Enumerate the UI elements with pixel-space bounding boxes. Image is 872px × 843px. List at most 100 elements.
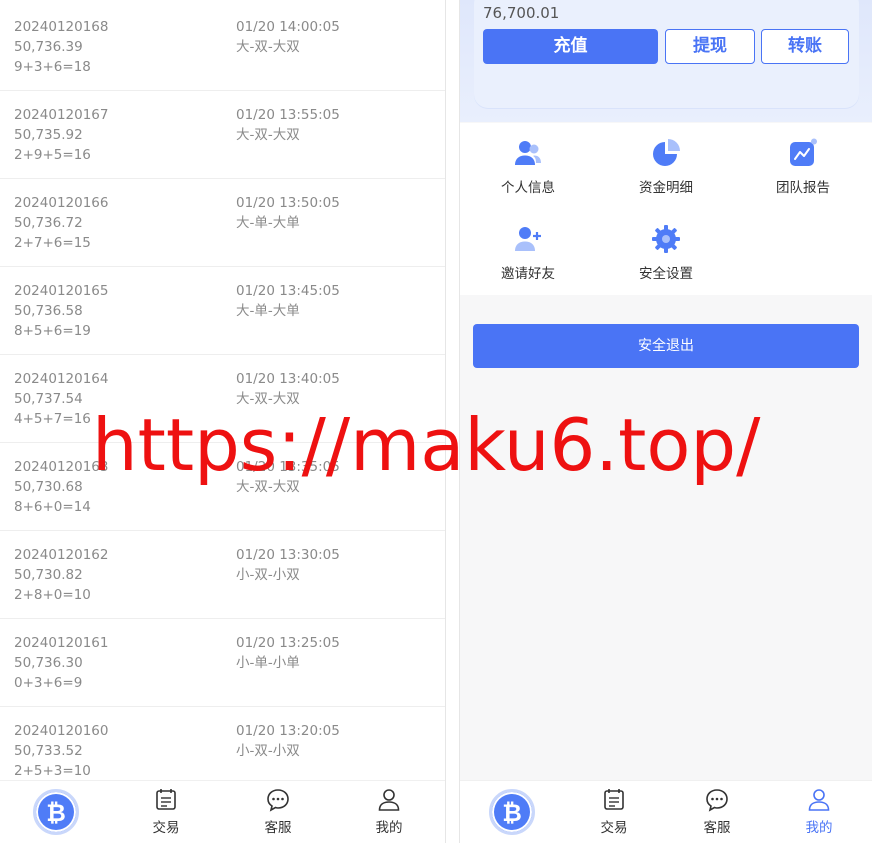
record-price: 50,730.82 bbox=[14, 567, 83, 583]
balance-card: 76,700.01 充值 提现 转账 bbox=[460, 0, 872, 122]
tab-service-label: 客服 bbox=[264, 820, 292, 836]
account-menu-grid: 个人信息 资金明细 团队报告 邀请好友 安全设置 bbox=[460, 123, 872, 295]
record-result: 大-双-大双 bbox=[236, 391, 300, 407]
record-price: 50,735.92 bbox=[14, 127, 83, 143]
menu-invite-friends[interactable]: 邀请好友 bbox=[468, 209, 588, 282]
tab-trade[interactable]: 交易 bbox=[130, 781, 202, 843]
record-digit-sum: 2+9+5=16 bbox=[14, 147, 91, 163]
record-row: 20240120161 50,736.30 0+3+6=9 01/20 13:25:0… bbox=[0, 619, 445, 707]
tab-service[interactable]: 客服 bbox=[242, 781, 314, 843]
record-result: 大-双-大双 bbox=[236, 39, 300, 55]
record-time: 01/20 13:50:05 bbox=[236, 195, 340, 211]
record-result: 大-单-大单 bbox=[236, 215, 300, 231]
tab-service-label: 客服 bbox=[703, 820, 731, 836]
record-digit-sum: 9+3+6=18 bbox=[14, 59, 91, 75]
user-plus-icon bbox=[515, 227, 541, 251]
record-time: 01/20 13:25:05 bbox=[236, 635, 340, 651]
record-row: 20240120167 50,735.92 2+9+5=16 01/20 13:55:… bbox=[0, 91, 445, 179]
bottom-tabbar-right: ₿ 交易 客服 我的 bbox=[460, 780, 872, 843]
menu-team-report[interactable]: 团队报告 bbox=[743, 123, 863, 196]
record-row: 20240120160 50,733.52 2+5+3=10 01/20 13:20:… bbox=[0, 707, 445, 780]
trend-chart-icon bbox=[790, 138, 817, 166]
record-row: 20240120165 50,736.58 8+5+6=19 01/20 13:45:… bbox=[0, 267, 445, 355]
menu-team-report-label: 团队报告 bbox=[776, 180, 830, 196]
record-price: 50,736.58 bbox=[14, 303, 83, 319]
record-issue-number: 20240120161 bbox=[14, 635, 109, 651]
user-icon bbox=[378, 789, 400, 811]
record-result: 大-双-大双 bbox=[236, 127, 300, 143]
record-price: 50,736.72 bbox=[14, 215, 83, 231]
pie-chart-icon bbox=[653, 139, 680, 166]
tab-trade-label: 交易 bbox=[600, 820, 628, 836]
record-time: 01/20 13:20:05 bbox=[236, 723, 340, 739]
record-time: 01/20 13:30:05 bbox=[236, 547, 340, 563]
tab-trade-label: 交易 bbox=[152, 820, 180, 836]
record-time: 01/20 13:40:05 bbox=[236, 371, 340, 387]
record-issue-number: 20240120160 bbox=[14, 723, 109, 739]
record-row: 20240120162 50,730.82 2+8+0=10 01/20 13:30:… bbox=[0, 531, 445, 619]
users-icon bbox=[515, 141, 541, 165]
record-issue-number: 20240120165 bbox=[14, 283, 109, 299]
calendar-list-icon bbox=[604, 789, 624, 810]
chat-bubble-icon bbox=[267, 789, 289, 812]
tab-mine[interactable]: 我的 bbox=[783, 781, 855, 843]
account-panel: 76,700.01 充值 提现 转账 个人信息 资金明细 团队报告 邀请好友 安… bbox=[459, 0, 872, 843]
record-price: 50,736.30 bbox=[14, 655, 83, 671]
record-row: 20240120163 50,730.68 8+6+0=14 01/20 13:35:… bbox=[0, 443, 445, 531]
balance-amount: 76,700.01 bbox=[483, 4, 560, 22]
record-digit-sum: 2+8+0=10 bbox=[14, 587, 91, 603]
tab-mine[interactable]: 我的 bbox=[353, 781, 425, 843]
record-time: 01/20 13:45:05 bbox=[236, 283, 340, 299]
history-panel: 20240120168 50,736.39 9+3+6=18 01/20 14:00:… bbox=[0, 0, 446, 843]
record-price: 50,733.52 bbox=[14, 743, 83, 759]
tab-service[interactable]: 客服 bbox=[681, 781, 753, 843]
record-issue-number: 20240120164 bbox=[14, 371, 109, 387]
record-time: 01/20 14:00:05 bbox=[236, 19, 340, 35]
tab-mine-label: 我的 bbox=[375, 820, 403, 836]
recharge-button[interactable]: 充值 bbox=[483, 29, 658, 64]
record-result: 小-单-小单 bbox=[236, 655, 300, 671]
record-issue-number: 20240120166 bbox=[14, 195, 109, 211]
menu-personal-info-label: 个人信息 bbox=[501, 180, 555, 196]
record-issue-number: 20240120168 bbox=[14, 19, 109, 35]
record-issue-number: 20240120167 bbox=[14, 107, 109, 123]
logout-button[interactable]: 安全退出 bbox=[473, 324, 859, 368]
menu-personal-info[interactable]: 个人信息 bbox=[468, 123, 588, 196]
record-issue-number: 20240120163 bbox=[14, 459, 109, 475]
menu-security-settings-label: 安全设置 bbox=[639, 266, 693, 282]
gear-icon bbox=[652, 225, 680, 253]
menu-invite-friends-label: 邀请好友 bbox=[501, 266, 555, 282]
record-digit-sum: 2+7+6=15 bbox=[14, 235, 91, 251]
record-time: 01/20 13:35:05 bbox=[236, 459, 340, 475]
record-price: 50,737.54 bbox=[14, 391, 83, 407]
record-price: 50,730.68 bbox=[14, 479, 83, 495]
record-result: 大-单-大单 bbox=[236, 303, 300, 319]
record-result: 小-双-小双 bbox=[236, 743, 300, 759]
calendar-list-icon bbox=[156, 789, 176, 810]
record-result: 大-双-大双 bbox=[236, 479, 300, 495]
record-price: 50,736.39 bbox=[14, 39, 83, 55]
record-time: 01/20 13:55:05 bbox=[236, 107, 340, 123]
record-digit-sum: 4+5+7=16 bbox=[14, 411, 91, 427]
menu-security-settings[interactable]: 安全设置 bbox=[606, 209, 726, 282]
record-row: 20240120168 50,736.39 9+3+6=18 01/20 14:00:… bbox=[0, 3, 445, 91]
bitcoin-logo-tab[interactable]: ₿ bbox=[33, 789, 79, 835]
menu-fund-details[interactable]: 资金明细 bbox=[606, 123, 726, 196]
record-digit-sum: 8+6+0=14 bbox=[14, 499, 91, 515]
tab-trade[interactable]: 交易 bbox=[578, 781, 650, 843]
transfer-button[interactable]: 转账 bbox=[761, 29, 849, 64]
record-digit-sum: 0+3+6=9 bbox=[14, 675, 83, 691]
tab-mine-label: 我的 bbox=[805, 820, 833, 836]
bitcoin-logo-tab[interactable]: ₿ bbox=[489, 789, 535, 835]
bottom-tabbar-left: ₿ 交易 客服 我的 bbox=[0, 780, 445, 843]
record-issue-number: 20240120162 bbox=[14, 547, 109, 563]
bitcoin-logo-glyph: ₿ bbox=[46, 799, 66, 827]
bitcoin-logo-glyph: ₿ bbox=[502, 799, 522, 827]
record-digit-sum: 8+5+6=19 bbox=[14, 323, 91, 339]
menu-fund-details-label: 资金明细 bbox=[639, 180, 693, 196]
record-row: 20240120164 50,737.54 4+5+7=16 01/20 13:40:… bbox=[0, 355, 445, 443]
record-list[interactable]: 20240120168 50,736.39 9+3+6=18 01/20 14:00:… bbox=[0, 3, 445, 780]
record-result: 小-双-小双 bbox=[236, 567, 300, 583]
withdraw-button[interactable]: 提现 bbox=[665, 29, 755, 64]
record-row: 20240120166 50,736.72 2+7+6=15 01/20 13:50:… bbox=[0, 179, 445, 267]
